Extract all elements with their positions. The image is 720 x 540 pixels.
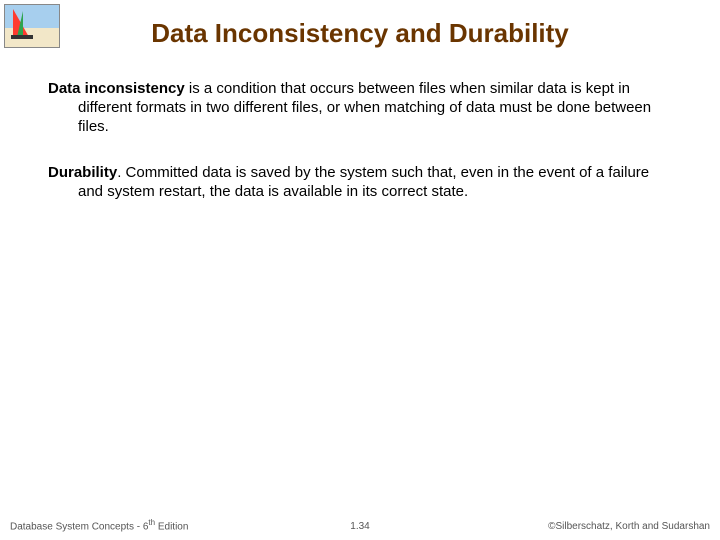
slide-title: Data Inconsistency and Durability [0, 18, 720, 49]
term: Data inconsistency [48, 80, 185, 97]
paragraph: Durability. Committed data is saved by t… [48, 164, 672, 202]
slide-body: Data inconsistency is a condition that o… [48, 80, 672, 230]
footer-copyright: ©Silberschatz, Korth and Sudarshan [548, 521, 710, 532]
definition-text: . Committed data is saved by the system … [78, 164, 649, 200]
paragraph: Data inconsistency is a condition that o… [48, 80, 672, 136]
term: Durability [48, 164, 117, 181]
